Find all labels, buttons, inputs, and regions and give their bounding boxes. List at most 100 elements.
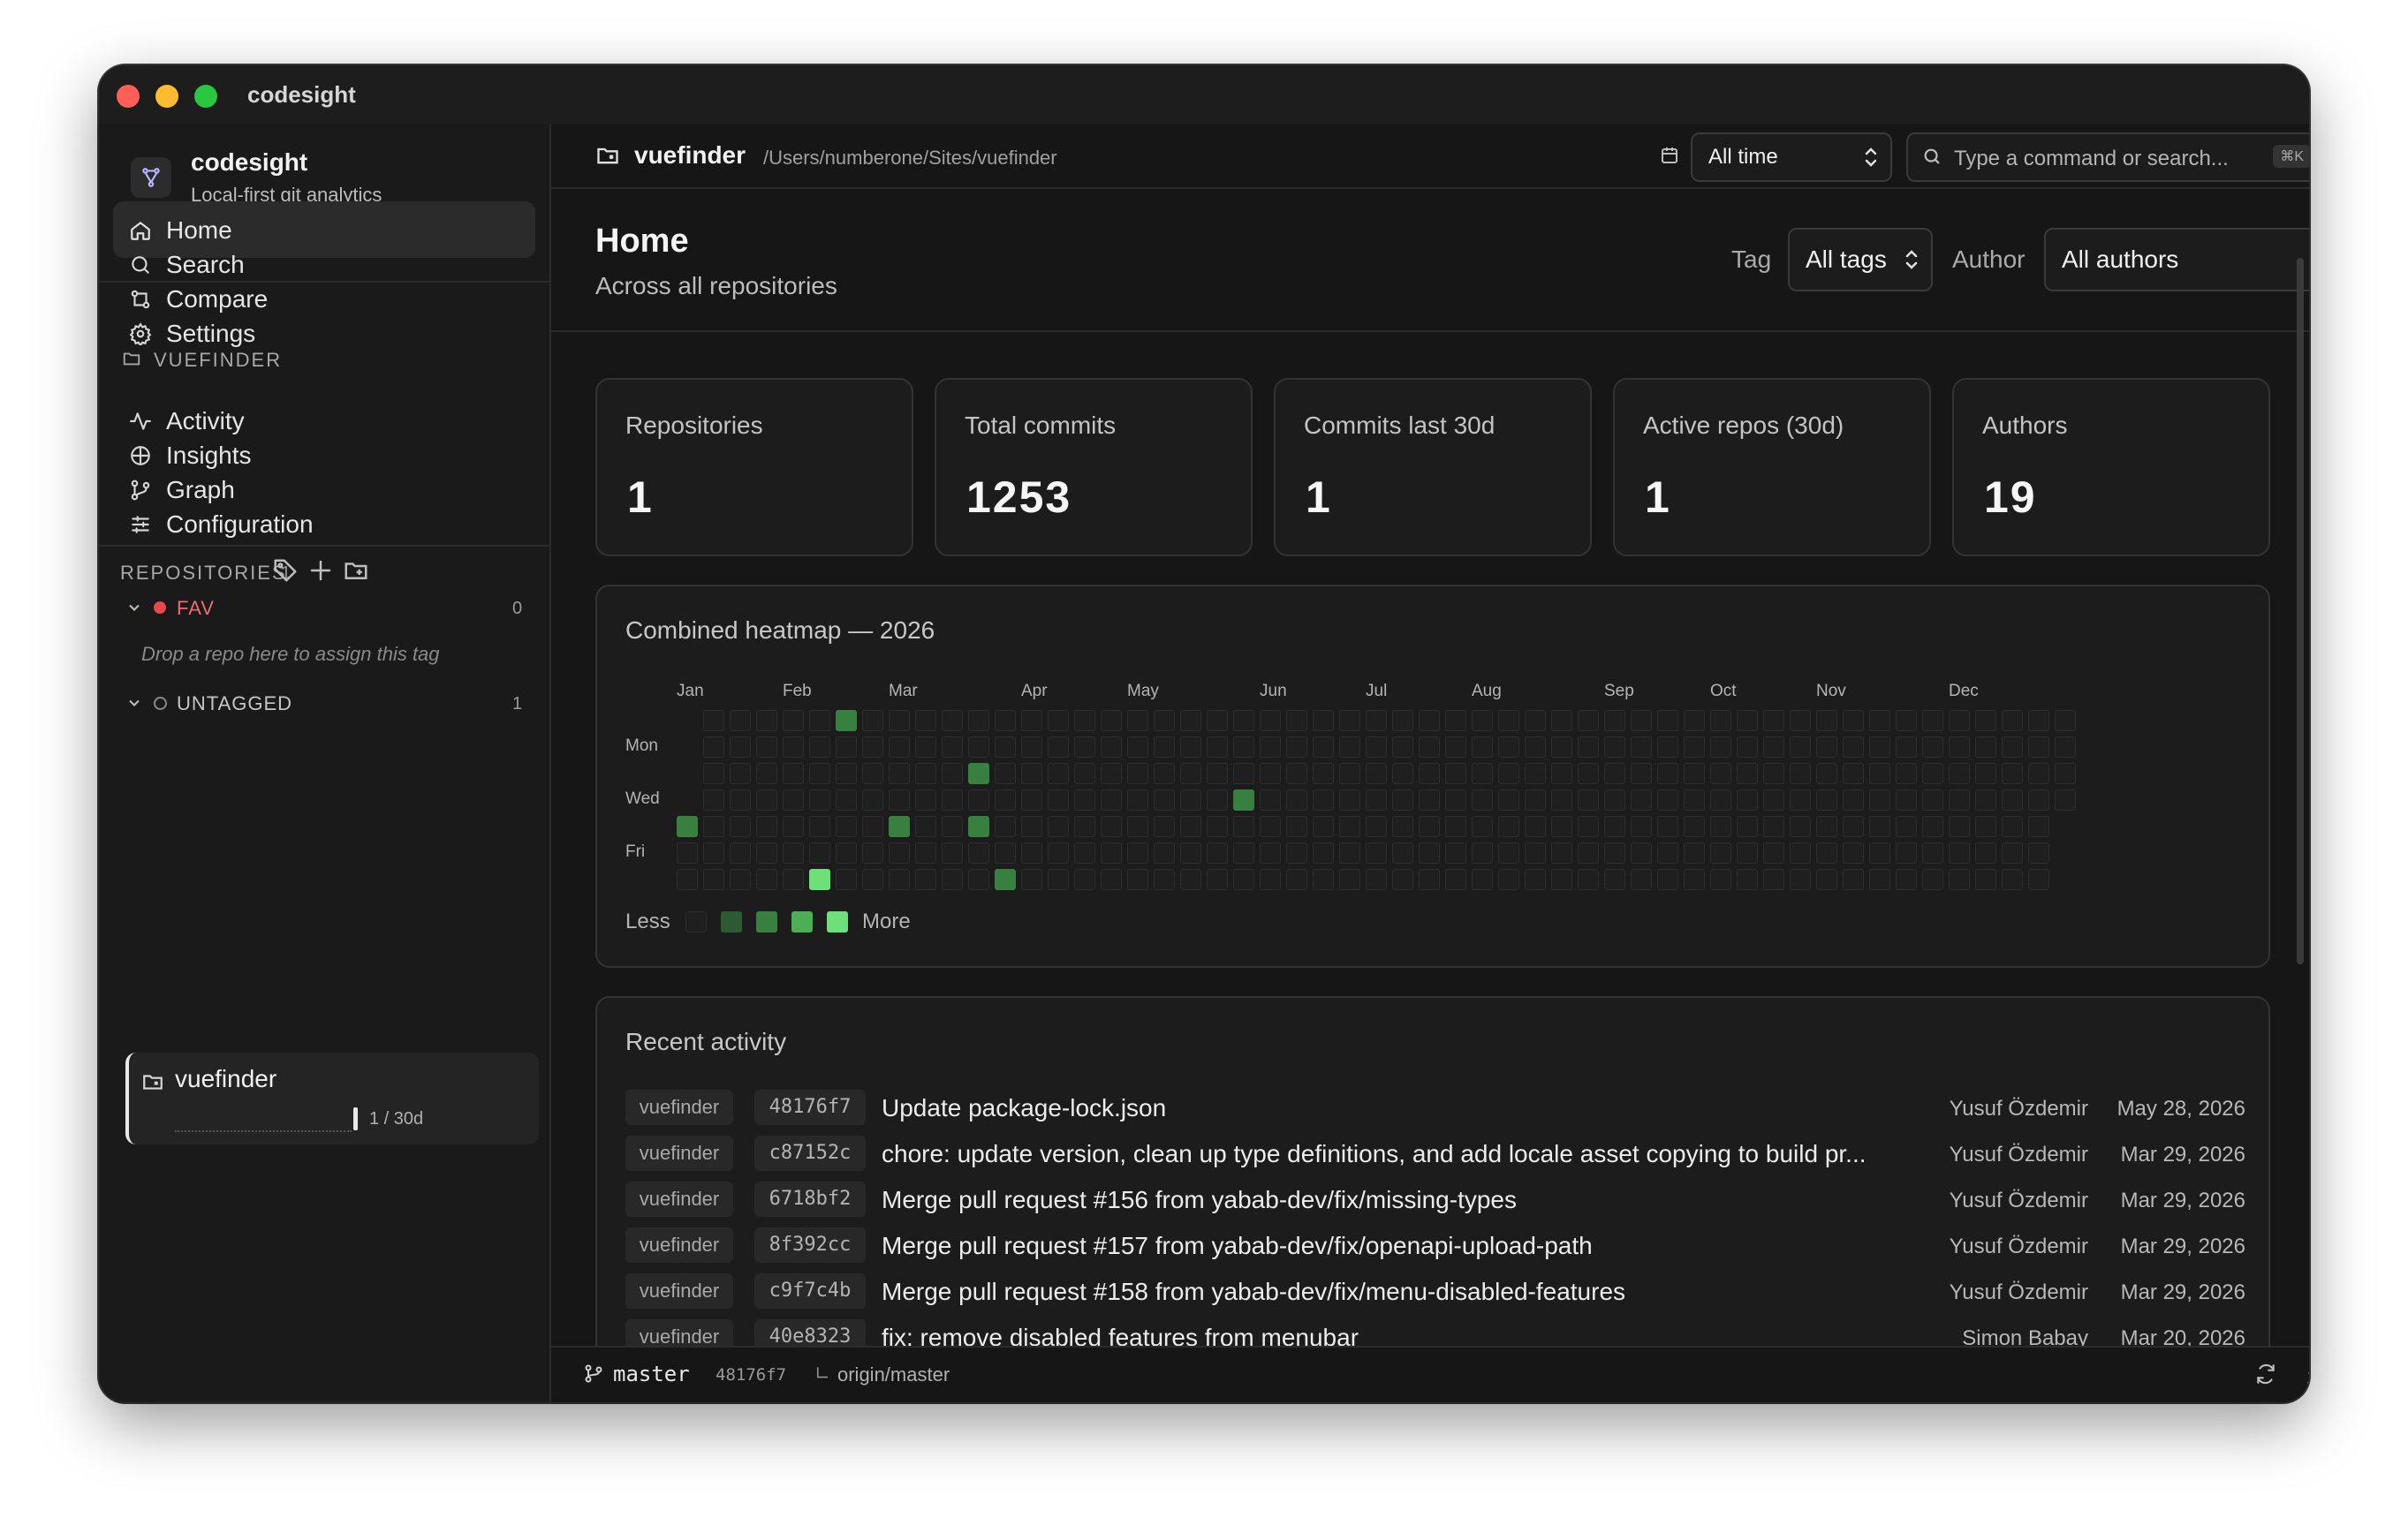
heatmap-cell[interactable] — [2028, 842, 2049, 864]
heatmap-cell[interactable] — [889, 842, 910, 864]
heatmap-cell[interactable] — [1710, 842, 1731, 864]
heatmap-cell[interactable] — [942, 736, 963, 758]
heatmap-cell[interactable] — [1419, 816, 1440, 837]
heatmap-cell[interactable] — [809, 789, 830, 811]
heatmap-cell[interactable] — [809, 816, 830, 837]
heatmap-cell[interactable] — [1710, 763, 1731, 784]
heatmap-cell[interactable] — [995, 842, 1016, 864]
tag-group-fav[interactable]: FAV — [177, 597, 215, 620]
heatmap-cell[interactable] — [1101, 816, 1122, 837]
heatmap-cell[interactable] — [942, 789, 963, 811]
heatmap-cell[interactable] — [862, 736, 883, 758]
heatmap-cell[interactable] — [1286, 710, 1307, 731]
heatmap-cell[interactable] — [756, 710, 777, 731]
heatmap-cell[interactable] — [862, 869, 883, 890]
heatmap-cell[interactable] — [1180, 763, 1201, 784]
heatmap-cell[interactable] — [1551, 763, 1572, 784]
heatmap-cell[interactable] — [1339, 710, 1360, 731]
heatmap-cell[interactable] — [1472, 710, 1493, 731]
heatmap-cell[interactable] — [1843, 816, 1864, 837]
heatmap-cell[interactable] — [995, 869, 1016, 890]
heatmap-cell[interactable] — [1021, 736, 1042, 758]
heatmap-cell[interactable] — [1578, 736, 1599, 758]
heatmap-cell[interactable] — [836, 736, 857, 758]
heatmap-cell[interactable] — [1445, 736, 1466, 758]
branch-name[interactable]: master — [613, 1362, 690, 1386]
close-window-button[interactable] — [117, 85, 140, 108]
heatmap-cell[interactable] — [2002, 736, 2023, 758]
heatmap-cell[interactable] — [862, 816, 883, 837]
heatmap-cell[interactable] — [1843, 763, 1864, 784]
heatmap-cell[interactable] — [1366, 842, 1387, 864]
heatmap-cell[interactable] — [1578, 842, 1599, 864]
heatmap-cell[interactable] — [1631, 816, 1652, 837]
heatmap-cell[interactable] — [836, 816, 857, 837]
heatmap-cell[interactable] — [1816, 816, 1837, 837]
heatmap-cell[interactable] — [677, 816, 698, 837]
heatmap-cell[interactable] — [703, 710, 724, 731]
heatmap-cell[interactable] — [1419, 710, 1440, 731]
heatmap-cell[interactable] — [1260, 816, 1281, 837]
heatmap-cell[interactable] — [2002, 763, 2023, 784]
heatmap-cell[interactable] — [1763, 763, 1784, 784]
heatmap-cell[interactable] — [1684, 763, 1705, 784]
heatmap-cell[interactable] — [756, 842, 777, 864]
heatmap-cell[interactable] — [1684, 710, 1705, 731]
heatmap-cell[interactable] — [889, 710, 910, 731]
heatmap-cell[interactable] — [1949, 842, 1970, 864]
heatmap-cell[interactable] — [1472, 816, 1493, 837]
heatmap-cell[interactable] — [889, 763, 910, 784]
heatmap-cell[interactable] — [1498, 736, 1519, 758]
heatmap-cell[interactable] — [1737, 763, 1758, 784]
heatmap-cell[interactable] — [1790, 789, 1811, 811]
heatmap-cell[interactable] — [1101, 842, 1122, 864]
heatmap-cell[interactable] — [836, 842, 857, 864]
heatmap-cell[interactable] — [1684, 736, 1705, 758]
heatmap-cell[interactable] — [1207, 869, 1228, 890]
heatmap-cell[interactable] — [1710, 710, 1731, 731]
heatmap-cell[interactable] — [1339, 763, 1360, 784]
heatmap-cell[interactable] — [1737, 816, 1758, 837]
heatmap-cell[interactable] — [968, 763, 989, 784]
heatmap-cell[interactable] — [1472, 736, 1493, 758]
heatmap-cell[interactable] — [1790, 736, 1811, 758]
heatmap-cell[interactable] — [809, 763, 830, 784]
heatmap-cell[interactable] — [942, 816, 963, 837]
heatmap-cell[interactable] — [2028, 763, 2049, 784]
heatmap-cell[interactable] — [1763, 789, 1784, 811]
heatmap-cell[interactable] — [1578, 816, 1599, 837]
activity-row[interactable]: vuefinder 48176f7 Update package-lock.js… — [625, 1090, 2245, 1125]
tag-icon[interactable] — [272, 557, 299, 584]
heatmap-cell[interactable] — [1419, 842, 1440, 864]
heatmap-cell[interactable] — [1498, 763, 1519, 784]
heatmap-cell[interactable] — [2002, 816, 2023, 837]
heatmap-cell[interactable] — [1631, 736, 1652, 758]
heatmap-cell[interactable] — [915, 710, 936, 731]
main-scrollbar[interactable] — [2297, 258, 2304, 964]
heatmap-cell[interactable] — [1551, 736, 1572, 758]
heatmap-cell[interactable] — [756, 736, 777, 758]
activity-row[interactable]: vuefinder c87152c chore: update version,… — [625, 1136, 2245, 1171]
heatmap-cell[interactable] — [1922, 869, 1943, 890]
heatmap-cell[interactable] — [1604, 710, 1625, 731]
heatmap-cell[interactable] — [783, 763, 804, 784]
heatmap-cell[interactable] — [995, 816, 1016, 837]
heatmap-cell[interactable] — [1975, 763, 1996, 784]
heatmap-cell[interactable] — [1896, 869, 1917, 890]
heatmap-cell[interactable] — [1207, 736, 1228, 758]
heatmap-cell[interactable] — [730, 736, 751, 758]
heatmap-cell[interactable] — [1233, 816, 1254, 837]
heatmap-cell[interactable] — [1445, 869, 1466, 890]
heatmap-cell[interactable] — [968, 736, 989, 758]
heatmap-cell[interactable] — [915, 816, 936, 837]
heatmap-cell[interactable] — [1233, 736, 1254, 758]
heatmap-cell[interactable] — [1154, 816, 1175, 837]
heatmap-cell[interactable] — [1339, 736, 1360, 758]
heatmap-cell[interactable] — [1127, 842, 1148, 864]
activity-row[interactable]: vuefinder 8f392cc Merge pull request #15… — [625, 1227, 2245, 1263]
heatmap-cell[interactable] — [1313, 816, 1334, 837]
heatmap-cell[interactable] — [2055, 736, 2076, 758]
heatmap-cell[interactable] — [1763, 710, 1784, 731]
heatmap-cell[interactable] — [1207, 763, 1228, 784]
heatmap-cell[interactable] — [703, 842, 724, 864]
